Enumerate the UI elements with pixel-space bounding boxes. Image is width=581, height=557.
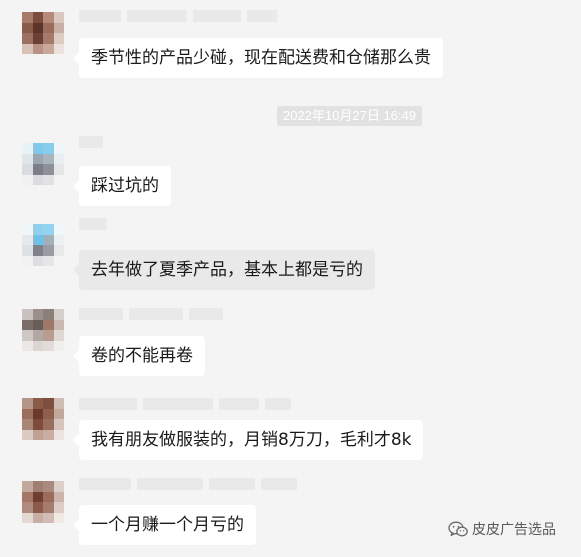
message-bubble[interactable]: 一个月赚一个月亏的 [73, 505, 256, 545]
message-bubble[interactable]: 去年做了夏季产品，基本上都是亏的 [73, 250, 375, 290]
sender-name-blurred [79, 218, 107, 230]
avatar[interactable] [22, 309, 64, 351]
timestamp: 2022年10月27日 16:49 [277, 106, 422, 126]
avatar[interactable] [22, 12, 64, 54]
watermark: 皮皮广告选品 [448, 519, 556, 539]
message-bubble[interactable]: 季节性的产品少碰，现在配送费和仓储那么贵 [73, 38, 443, 78]
avatar[interactable] [22, 143, 64, 185]
wechat-icon [448, 521, 468, 538]
avatar[interactable] [22, 398, 64, 440]
sender-name-blurred [79, 398, 291, 410]
sender-name-blurred [79, 10, 277, 22]
message-bubble[interactable]: 踩过坑的 [73, 166, 171, 206]
message-bubble[interactable]: 我有朋友做服装的，月销8万刀，毛利才8k [72, 420, 424, 460]
avatar[interactable] [22, 224, 64, 266]
sender-name-blurred [79, 308, 223, 320]
watermark-text: 皮皮广告选品 [472, 522, 556, 538]
sender-name-blurred [79, 478, 297, 490]
message-bubble[interactable]: 卷的不能再卷 [73, 336, 205, 376]
avatar[interactable] [22, 481, 64, 523]
sender-name-blurred [79, 136, 103, 148]
